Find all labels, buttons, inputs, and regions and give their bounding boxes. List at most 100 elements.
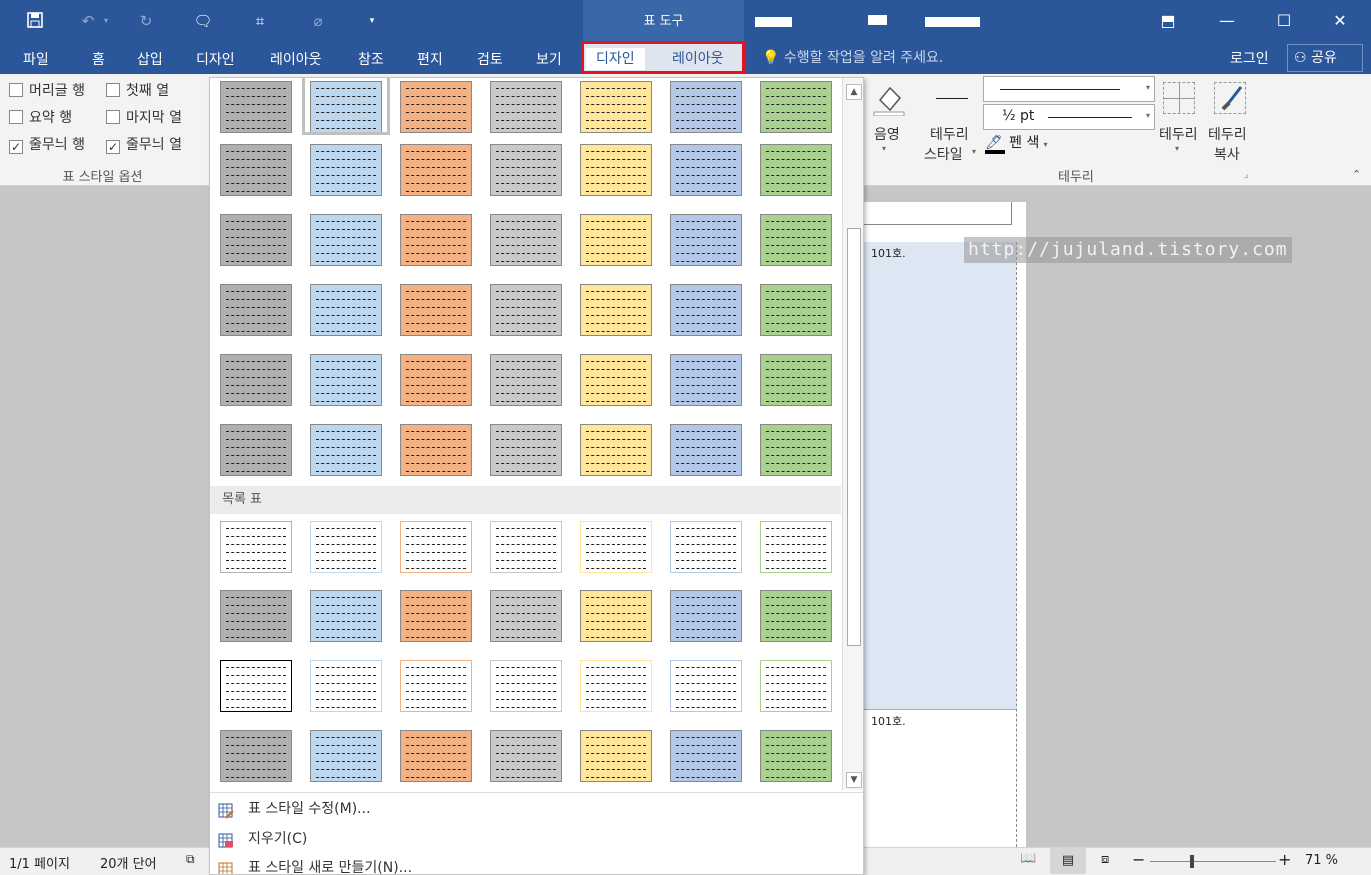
print-layout-icon[interactable]: ▤: [1050, 848, 1086, 874]
ribbon-display-icon[interactable]: ⬒: [1153, 7, 1183, 35]
table-style-thumbnail[interactable]: [400, 144, 472, 196]
table-style-thumbnail[interactable]: [670, 730, 742, 782]
table-style-thumbnail[interactable]: [220, 424, 292, 476]
table-style-thumbnail[interactable]: [670, 590, 742, 642]
table-style-thumbnail[interactable]: [400, 590, 472, 642]
tab-references[interactable]: 참조: [358, 49, 384, 69]
format-painter-icon[interactable]: ⌀: [308, 11, 328, 31]
option-last-column[interactable]: 마지막 열: [106, 107, 182, 127]
table-style-thumbnail[interactable]: [580, 730, 652, 782]
tab-home[interactable]: 홈: [92, 49, 105, 69]
tab-mailings[interactable]: 편지: [417, 49, 443, 69]
table-style-thumbnail[interactable]: [580, 81, 652, 133]
table-style-thumbnail[interactable]: [310, 284, 382, 336]
table-style-thumbnail[interactable]: [220, 81, 292, 133]
table-style-thumbnail[interactable]: [490, 354, 562, 406]
save-icon[interactable]: [25, 11, 45, 31]
share-button[interactable]: ⚇ 공유: [1287, 44, 1363, 72]
table-style-thumbnail[interactable]: [760, 424, 832, 476]
table-style-thumbnail[interactable]: [580, 521, 652, 573]
table-style-thumbnail[interactable]: [400, 521, 472, 573]
scroll-up-icon[interactable]: ▲: [846, 84, 862, 100]
tab-file[interactable]: 파일: [23, 49, 49, 69]
table-style-thumbnail[interactable]: [760, 144, 832, 196]
option-header-row[interactable]: 머리글 행: [9, 80, 85, 100]
border-styles-button[interactable]: 테두리 스타일 ▾: [922, 78, 982, 164]
table-style-thumbnail[interactable]: [220, 590, 292, 642]
table-select-icon[interactable]: ⌗: [250, 11, 270, 31]
table-style-thumbnail[interactable]: [490, 660, 562, 712]
table-style-thumbnail[interactable]: [400, 424, 472, 476]
table-style-thumbnail[interactable]: [310, 660, 382, 712]
table-style-thumbnail[interactable]: [220, 214, 292, 266]
option-total-row[interactable]: 요약 행: [9, 107, 72, 127]
table-style-thumbnail[interactable]: [490, 81, 562, 133]
tab-layout[interactable]: 레이아웃: [270, 49, 322, 69]
table-cell-selected[interactable]: [864, 242, 1016, 710]
table-style-thumbnail[interactable]: [580, 214, 652, 266]
table-style-thumbnail[interactable]: [580, 284, 652, 336]
table-style-thumbnail[interactable]: [760, 214, 832, 266]
table-style-thumbnail[interactable]: [400, 214, 472, 266]
table-style-thumbnail[interactable]: [580, 424, 652, 476]
table-style-thumbnail[interactable]: [670, 81, 742, 133]
close-icon[interactable]: ✕: [1325, 7, 1355, 35]
undo-icon[interactable]: ↶: [78, 11, 98, 31]
table-style-thumbnail[interactable]: [490, 590, 562, 642]
table-style-thumbnail[interactable]: [220, 144, 292, 196]
shading-button[interactable]: 음영 ▾: [866, 78, 910, 164]
table-style-thumbnail[interactable]: [670, 424, 742, 476]
borders-button[interactable]: 테두리 ▾: [1157, 78, 1203, 164]
dialog-launcher-icon[interactable]: ⌟: [1244, 170, 1248, 180]
comment-icon[interactable]: 🗨: [193, 11, 213, 31]
customize-qat-icon[interactable]: ▾: [362, 11, 382, 31]
read-mode-icon[interactable]: 📖: [1020, 851, 1036, 866]
proofing-icon[interactable]: ⧉: [186, 852, 195, 867]
table-style-thumbnail[interactable]: [220, 660, 292, 712]
line-weight-dropdown[interactable]: ½ pt ▾: [983, 104, 1155, 130]
table-style-thumbnail[interactable]: [400, 284, 472, 336]
table-style-thumbnail[interactable]: [220, 284, 292, 336]
table-style-thumbnail[interactable]: [760, 660, 832, 712]
option-first-column[interactable]: 첫째 열: [106, 80, 169, 100]
table-style-thumbnail[interactable]: [310, 590, 382, 642]
table-style-thumbnail[interactable]: [490, 730, 562, 782]
zoom-slider-thumb[interactable]: [1190, 855, 1194, 868]
gallery-scrollbar[interactable]: ▲ ▼: [842, 78, 863, 790]
table-style-thumbnail[interactable]: [760, 730, 832, 782]
table-style-thumbnail[interactable]: [760, 590, 832, 642]
table-style-thumbnail[interactable]: [310, 214, 382, 266]
page-count[interactable]: 1/1 페이지: [9, 853, 70, 872]
pen-color-button[interactable]: 🖊 펜 색 ▾: [985, 132, 1065, 156]
table-style-thumbnail[interactable]: [400, 354, 472, 406]
zoom-out-icon[interactable]: −: [1132, 850, 1145, 869]
table-style-thumbnail[interactable]: [670, 521, 742, 573]
web-layout-icon[interactable]: ⧈: [1101, 852, 1109, 867]
table-style-thumbnail[interactable]: [400, 730, 472, 782]
table-style-thumbnail[interactable]: [580, 354, 652, 406]
tab-review[interactable]: 검토: [477, 49, 503, 69]
menu-clear[interactable]: 지우기(C): [210, 825, 863, 853]
table-style-thumbnail[interactable]: [310, 144, 382, 196]
zoom-level[interactable]: 71 %: [1305, 853, 1338, 868]
redo-icon[interactable]: ↻: [136, 11, 156, 31]
tab-table-layout[interactable]: 레이아웃: [662, 48, 734, 70]
table-style-thumbnail[interactable]: [400, 81, 472, 133]
scroll-thumb[interactable]: [847, 228, 861, 646]
undo-dropdown-icon[interactable]: ▾: [100, 11, 112, 31]
table-style-thumbnail[interactable]: [310, 521, 382, 573]
tab-view[interactable]: 보기: [536, 49, 562, 69]
table-style-thumbnail[interactable]: [580, 144, 652, 196]
table-style-thumbnail[interactable]: [490, 424, 562, 476]
menu-modify-table-style[interactable]: 표 스타일 수정(M)...: [210, 795, 863, 823]
table-style-thumbnail[interactable]: [760, 81, 832, 133]
table-style-thumbnail[interactable]: [670, 214, 742, 266]
zoom-in-icon[interactable]: +: [1278, 850, 1291, 869]
scroll-down-icon[interactable]: ▼: [846, 772, 862, 788]
table-style-thumbnail[interactable]: [220, 730, 292, 782]
table-style-thumbnail[interactable]: [400, 660, 472, 712]
table-style-thumbnail[interactable]: [760, 284, 832, 336]
option-banded-columns[interactable]: ✓ 줄무늬 열: [106, 134, 182, 154]
table-style-thumbnail[interactable]: [760, 521, 832, 573]
table-style-thumbnail[interactable]: [490, 144, 562, 196]
